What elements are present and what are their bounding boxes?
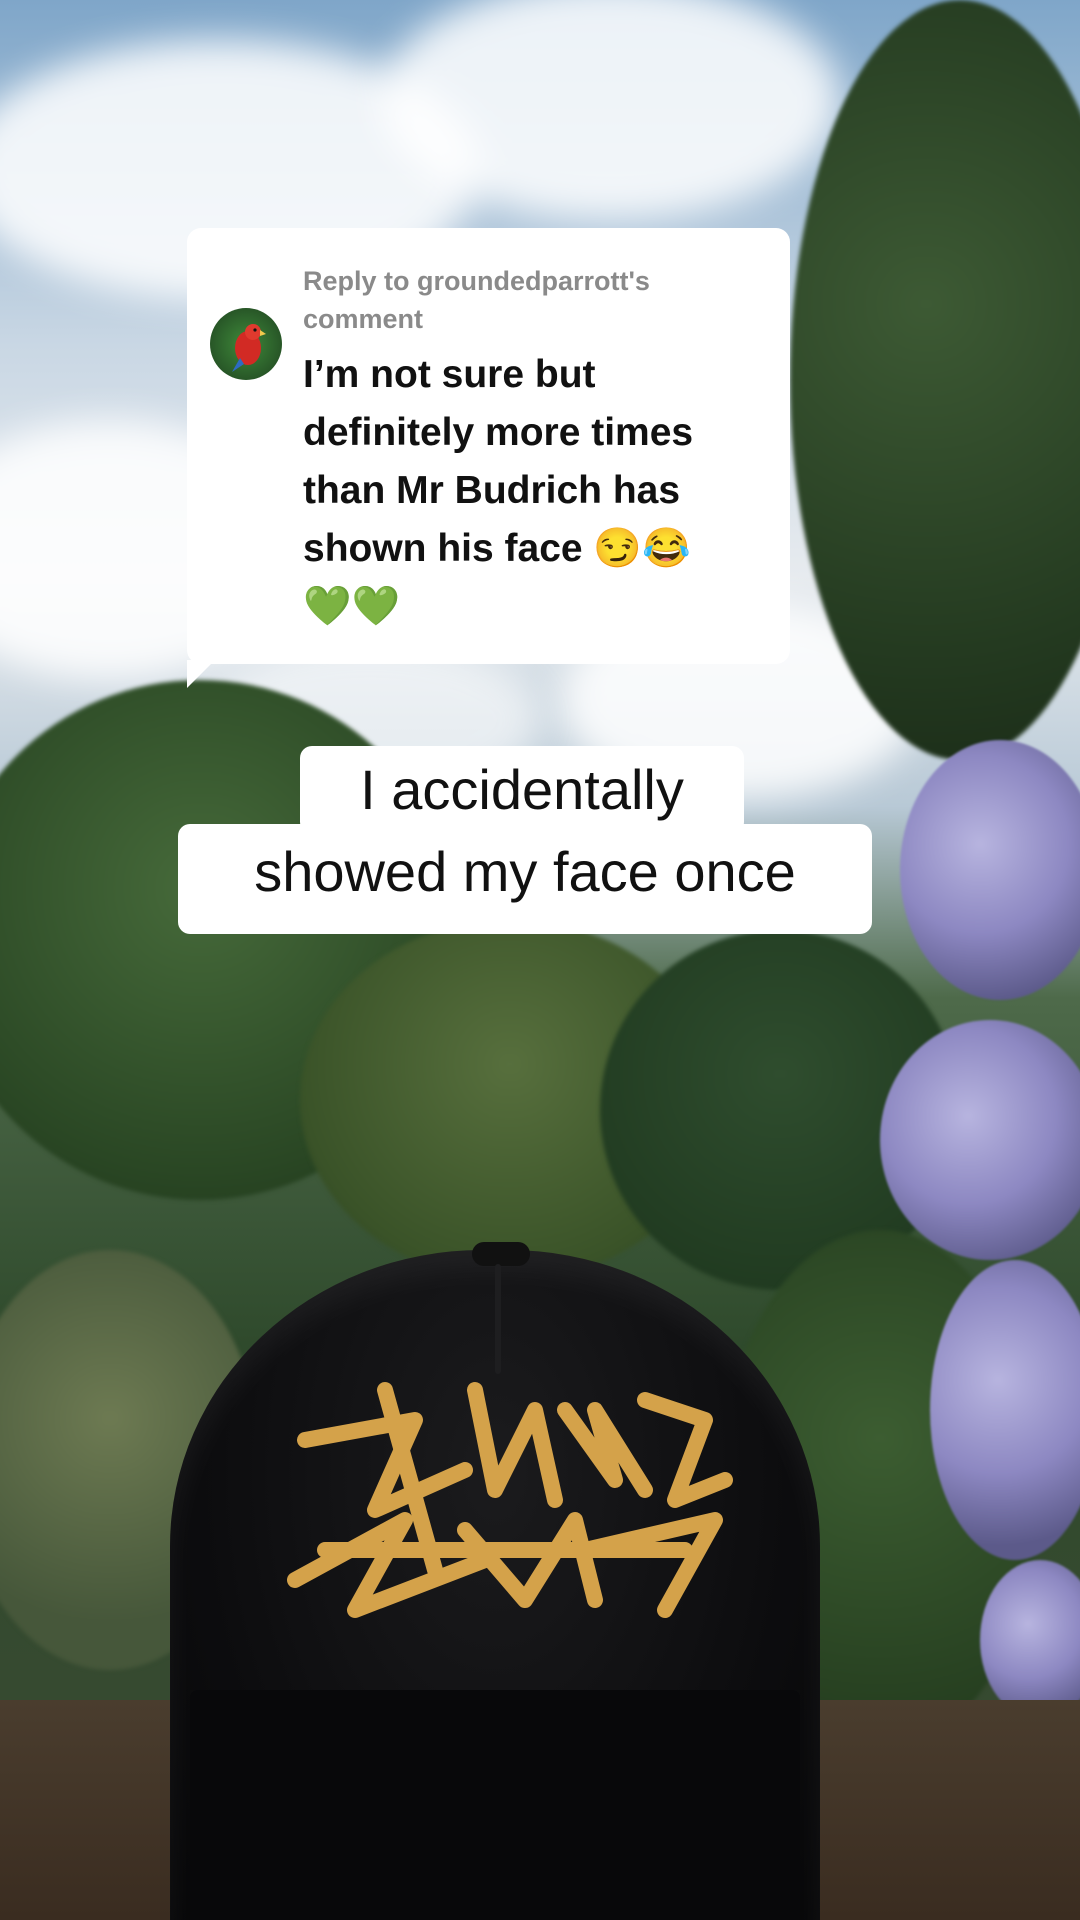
- reply-card-tail: [187, 660, 215, 688]
- cap-embroidery-logo: [287, 1382, 733, 1618]
- cap-photo: [130, 1242, 860, 1920]
- video-frame[interactable]: Reply to groundedparrott's comment I’m n…: [0, 0, 1080, 1920]
- reply-header: Reply to groundedparrott's comment: [303, 266, 650, 334]
- reply-comment-text: I’m not sure but definitely more times t…: [303, 353, 694, 628]
- caption-line-2: showed my face once: [178, 824, 872, 934]
- cap-brim: [190, 1690, 800, 1920]
- reply-comment-card[interactable]: Reply to groundedparrott's comment I’m n…: [187, 228, 790, 664]
- cap-button: [472, 1242, 530, 1266]
- caption-line-1: I accidentally: [300, 746, 744, 834]
- parrot-icon: [232, 324, 266, 372]
- parrot-avatar-icon: [210, 308, 282, 380]
